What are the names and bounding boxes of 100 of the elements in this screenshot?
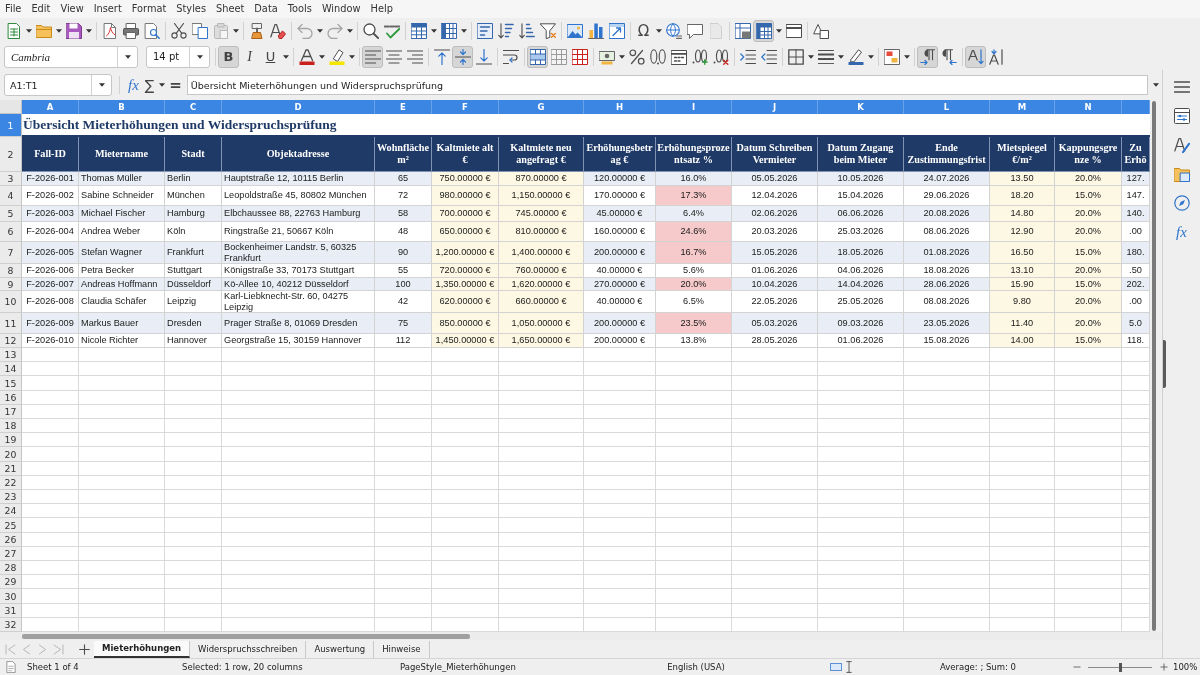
row-header[interactable]: 12 xyxy=(0,334,22,348)
row-header[interactable]: 20 xyxy=(0,447,22,462)
column-header[interactable]: J xyxy=(732,100,818,114)
sum-button[interactable]: ∑ xyxy=(141,74,158,96)
row-header[interactable]: 15 xyxy=(0,376,22,391)
row-header[interactable]: 25 xyxy=(0,518,22,533)
underline-button[interactable]: U xyxy=(260,45,281,68)
row-header[interactable]: 5 xyxy=(0,206,22,222)
table-cell: Petra Becker xyxy=(79,264,165,278)
table-cell: 13.50 xyxy=(990,172,1055,186)
menu-item[interactable]: Edit xyxy=(26,0,56,18)
table-cell: Dresden xyxy=(165,313,222,334)
row-header[interactable]: 13 xyxy=(0,348,22,363)
empty-cell xyxy=(990,603,1055,618)
language-text: English (USA) xyxy=(667,662,725,672)
sheet-tab[interactable]: Hinweise xyxy=(374,640,430,658)
row-header[interactable]: 29 xyxy=(0,575,22,590)
menu-item[interactable]: File xyxy=(0,0,27,18)
row-header[interactable]: 4 xyxy=(0,186,22,206)
row-header[interactable]: 1 xyxy=(0,114,22,137)
bold-button[interactable]: B xyxy=(218,45,239,68)
table-cell: 147. xyxy=(1122,186,1150,206)
menu-item[interactable]: Window xyxy=(316,0,366,18)
row-header[interactable]: 28 xyxy=(0,561,22,576)
menu-item[interactable]: Data xyxy=(249,0,283,18)
table-cell: 09.03.2026 xyxy=(818,313,904,334)
column-header[interactable]: N xyxy=(1055,100,1122,114)
table-cell: F-2026-005 xyxy=(22,242,79,264)
column-header[interactable]: E xyxy=(375,100,432,114)
zoom-in-button[interactable] xyxy=(1159,661,1168,673)
empty-cell xyxy=(375,518,432,533)
row-header[interactable]: 14 xyxy=(0,362,22,377)
menu-item[interactable]: Styles xyxy=(171,0,211,18)
table-cell: 01.06.2026 xyxy=(732,264,818,278)
special-character-button[interactable]: Ω xyxy=(633,19,654,42)
slider-thumb[interactable] xyxy=(1118,662,1122,672)
table-cell: 15.0% xyxy=(1055,242,1122,264)
row-header[interactable]: 6 xyxy=(0,222,22,242)
scrollbar-thumb[interactable] xyxy=(1152,101,1156,631)
row-header[interactable]: 19 xyxy=(0,433,22,448)
name-box[interactable]: A1:T1 xyxy=(4,74,112,96)
row-header[interactable]: 30 xyxy=(0,589,22,604)
table-cell: 870.00000 € xyxy=(499,172,584,186)
column-header[interactable]: D xyxy=(222,100,375,114)
font-name-combobox[interactable]: Cambria xyxy=(4,45,138,68)
print-preview-icon xyxy=(143,22,160,39)
row-header[interactable]: 23 xyxy=(0,490,22,505)
function-wizard-button[interactable]: fx xyxy=(125,74,142,96)
font-size-combobox[interactable]: 14 pt xyxy=(146,45,210,68)
menu-item[interactable]: Format xyxy=(126,0,172,18)
column-header[interactable]: L xyxy=(904,100,990,114)
menu-item[interactable]: Insert xyxy=(88,0,127,18)
formula-button[interactable]: = xyxy=(166,74,185,96)
sheet-tab[interactable]: Mieterhöhungen xyxy=(94,640,191,658)
funnel-icon xyxy=(539,22,556,39)
sheet-tab[interactable]: Widerspruchsschreiben xyxy=(190,640,307,658)
sidebar-grip[interactable] xyxy=(1163,340,1166,388)
column-header[interactable]: C xyxy=(165,100,222,114)
row-header[interactable]: 7 xyxy=(0,242,22,264)
column-header[interactable]: H xyxy=(584,100,656,114)
row-header[interactable]: 11 xyxy=(0,313,22,334)
merge-and-center-button[interactable] xyxy=(527,45,548,68)
column-header[interactable]: G xyxy=(499,100,584,114)
row-header[interactable]: 8 xyxy=(0,264,22,278)
empty-cell xyxy=(432,518,499,533)
row-header[interactable]: 2 xyxy=(0,137,22,172)
formula-input[interactable]: Übersicht Mieterhöhungen und Widerspruchsprüfung xyxy=(186,75,1148,95)
sheet-tab[interactable]: Auswertung xyxy=(306,640,375,658)
align-middle-button[interactable] xyxy=(452,45,473,68)
row-header[interactable]: 10 xyxy=(0,291,22,313)
column-header[interactable]: B xyxy=(79,100,165,114)
table-cell: 650.00000 € xyxy=(432,222,499,242)
scrollbar-thumb[interactable] xyxy=(22,633,470,639)
column-header[interactable]: I xyxy=(656,100,732,114)
column-header[interactable]: A xyxy=(22,100,79,114)
functions-button[interactable]: fx xyxy=(1168,219,1195,245)
table-cell: Claudia Schäfer xyxy=(79,291,165,313)
stacked-text-button[interactable] xyxy=(965,45,986,68)
column-header[interactable]: F xyxy=(432,100,499,114)
empty-cell xyxy=(584,518,656,533)
add-sheet-button[interactable] xyxy=(76,641,92,657)
row-header[interactable]: 9 xyxy=(0,278,22,291)
menu-item[interactable]: Tools xyxy=(282,0,317,18)
italic-button[interactable]: I xyxy=(239,45,260,68)
empty-cell xyxy=(990,504,1055,519)
table-cell: 15.0% xyxy=(1055,278,1122,291)
column-header[interactable]: K xyxy=(818,100,904,114)
menu-item[interactable]: View xyxy=(55,0,89,18)
left-to-right-button[interactable] xyxy=(917,45,938,68)
freeze-panes-button[interactable] xyxy=(753,19,774,42)
row-header[interactable]: 18 xyxy=(0,419,22,434)
document-swoosh-icon xyxy=(101,22,118,39)
row-header[interactable]: 24 xyxy=(0,504,22,519)
empty-cell xyxy=(1055,589,1122,604)
menu-item[interactable]: Help xyxy=(365,0,398,18)
table-cell: 100 xyxy=(375,278,432,291)
column-header[interactable]: M xyxy=(990,100,1055,114)
row-header[interactable]: 3 xyxy=(0,172,22,186)
empty-cell xyxy=(584,546,656,562)
menu-item[interactable]: Sheet xyxy=(211,0,250,18)
